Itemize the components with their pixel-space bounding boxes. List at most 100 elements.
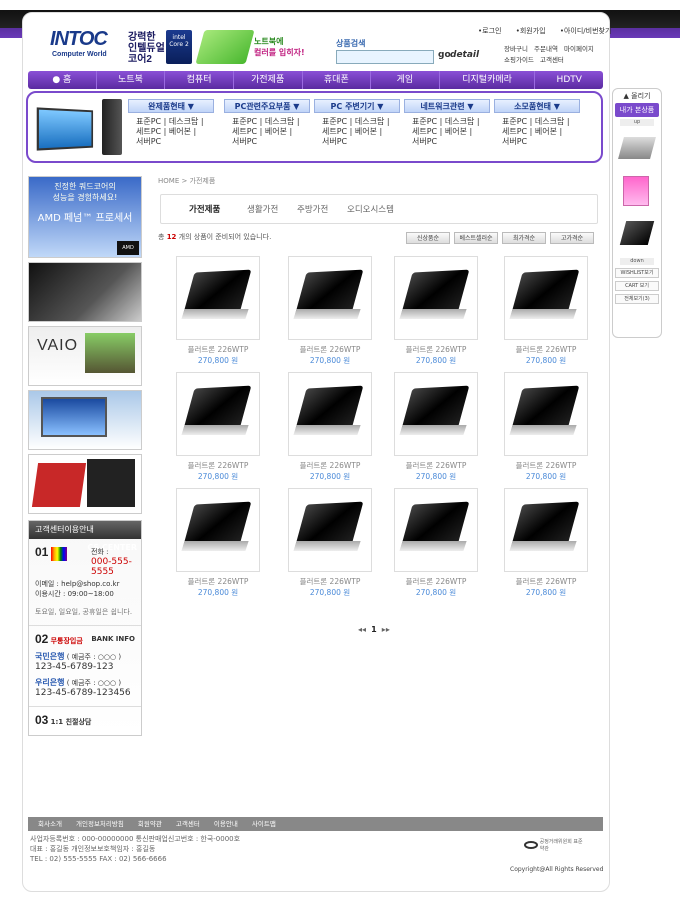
- cs-link[interactable]: 고객센터: [540, 56, 564, 64]
- amd-banner[interactable]: 진정한 쿼드코어의 성능을 경험하세요! AMD 페넘™ 프로세서 AMD: [28, 176, 142, 258]
- footer-cs[interactable]: 고객센터: [176, 820, 200, 828]
- product-name[interactable]: 플러트론 226WTP: [504, 576, 588, 587]
- product-card[interactable]: 플러트론 226WTP 270,800 원: [394, 488, 478, 606]
- prev-page-button[interactable]: ◂◂: [358, 625, 366, 634]
- nav-computer[interactable]: 컴퓨터: [165, 71, 234, 89]
- tab-appliance[interactable]: 가전제품: [189, 203, 220, 215]
- nav-notebook[interactable]: 노트북: [97, 71, 166, 89]
- laptop-banner-red[interactable]: [28, 454, 142, 514]
- product-image[interactable]: [504, 256, 588, 340]
- product-card[interactable]: 플러트론 226WTP 270,800 원: [394, 372, 478, 490]
- product-name[interactable]: 플러트론 226WTP: [394, 460, 478, 471]
- next-page-button[interactable]: ▸▸: [382, 625, 390, 634]
- product-image[interactable]: [394, 256, 478, 340]
- vaio-banner[interactable]: VAIO: [28, 326, 142, 386]
- find-id-link[interactable]: •아이디/비번찾기: [560, 27, 618, 35]
- nav-camera[interactable]: 디지털카메라: [440, 71, 536, 89]
- nav-appliance[interactable]: 가전제품: [234, 71, 303, 89]
- recent-item-silver-laptop[interactable]: [617, 129, 657, 169]
- category-title[interactable]: PC관련주요부품 ▼: [224, 99, 310, 113]
- category-title[interactable]: 네트워크관련 ▼: [404, 99, 490, 113]
- recent-item-black-laptop[interactable]: [617, 215, 657, 255]
- recent-up-button[interactable]: up: [620, 119, 654, 126]
- consult-link[interactable]: 1:1 친절상담: [51, 718, 92, 726]
- product-image[interactable]: [394, 488, 478, 572]
- product-image[interactable]: [504, 372, 588, 456]
- wishlist-button[interactable]: WISHLIST보기: [615, 268, 659, 278]
- footer-terms[interactable]: 회원약관: [138, 820, 162, 828]
- current-page[interactable]: 1: [371, 625, 377, 634]
- footer-privacy[interactable]: 개인정보처리방침: [76, 820, 124, 828]
- nav-phone[interactable]: 휴대폰: [303, 71, 372, 89]
- guide-link[interactable]: 쇼핑가이드: [504, 56, 534, 64]
- nav-game[interactable]: 게임: [371, 71, 440, 89]
- sort-new-button[interactable]: 신상품순: [406, 232, 450, 244]
- category-title[interactable]: 완제품현태 ▼: [128, 99, 214, 113]
- orders-link[interactable]: 주문내역: [534, 45, 558, 53]
- product-card[interactable]: 플러트론 226WTP 270,800 원: [176, 372, 260, 490]
- login-link[interactable]: •로그인: [478, 27, 507, 35]
- product-card[interactable]: 플러트론 226WTP 270,800 원: [288, 372, 372, 490]
- tab-living[interactable]: 생활가전: [247, 203, 278, 215]
- category-title[interactable]: PC 주변기기 ▼: [314, 99, 400, 113]
- mypage-link[interactable]: 마이페이지: [564, 45, 594, 53]
- category-parts[interactable]: PC관련주요부품 ▼ 표준PC | 데스크탑 | 세트PC | 베어본 | 서버PC: [224, 99, 310, 147]
- product-card[interactable]: 플러트론 226WTP 270,800 원: [288, 488, 372, 606]
- cs-phone-section: 01 전화 :000-555-5555 이메일 : help@shop.co.k…: [35, 545, 133, 616]
- cart-view-button[interactable]: CART 보기: [615, 281, 659, 291]
- product-card[interactable]: 플러트론 226WTP 270,800 원: [394, 256, 478, 374]
- product-image[interactable]: [288, 488, 372, 572]
- nav-home[interactable]: ● 홈: [28, 71, 97, 89]
- product-name[interactable]: 플러트론 226WTP: [176, 460, 260, 471]
- product-card[interactable]: 플러트론 226WTP 270,800 원: [504, 256, 588, 374]
- product-image[interactable]: [288, 372, 372, 456]
- category-title[interactable]: 소모품현태 ▼: [494, 99, 580, 113]
- product-card[interactable]: 플러트론 226WTP 270,800 원: [504, 372, 588, 490]
- laptop-banner-dark[interactable]: [28, 262, 142, 322]
- cart-link[interactable]: 장바구니: [504, 45, 528, 53]
- product-name[interactable]: 플러트론 226WTP: [288, 576, 372, 587]
- sort-high-button[interactable]: 고가격순: [550, 232, 594, 244]
- category-network[interactable]: 네트워크관련 ▼ 표준PC | 데스크탑 | 세트PC | 베어본 | 서버PC: [404, 99, 490, 147]
- product-image[interactable]: [176, 256, 260, 340]
- category-consumables[interactable]: 소모품현태 ▼ 표준PC | 데스크탑 | 세트PC | 베어본 | 서버PC: [494, 99, 580, 147]
- color-notebook-ad[interactable]: 노트북에 컬러를 입히자!: [195, 28, 310, 68]
- product-name[interactable]: 플러트론 226WTP: [504, 460, 588, 471]
- product-name[interactable]: 플러트론 226WTP: [394, 344, 478, 355]
- product-image[interactable]: [288, 256, 372, 340]
- sort-best-button[interactable]: 베스트셀러순: [454, 232, 498, 244]
- product-card[interactable]: 플러트론 226WTP 270,800 원: [288, 256, 372, 374]
- product-name[interactable]: 플러트론 226WTP: [394, 576, 478, 587]
- product-image[interactable]: [504, 488, 588, 572]
- search-input[interactable]: [336, 50, 434, 64]
- product-card[interactable]: 플러트론 226WTP 270,800 원: [176, 488, 260, 606]
- product-image[interactable]: [176, 488, 260, 572]
- search-go-button[interactable]: go: [438, 50, 451, 60]
- product-name[interactable]: 플러트론 226WTP: [176, 344, 260, 355]
- product-name[interactable]: 플러트론 226WTP: [288, 460, 372, 471]
- site-logo[interactable]: INTOC Computer World: [50, 28, 120, 64]
- footer-guide[interactable]: 이용안내: [214, 820, 238, 828]
- category-peripherals[interactable]: PC 주변기기 ▼ 표준PC | 데스크탑 | 세트PC | 베어본 | 서버PC: [314, 99, 400, 147]
- product-image[interactable]: [176, 372, 260, 456]
- laptop-banner-blue[interactable]: [28, 390, 142, 450]
- recent-item-pink-laptop[interactable]: [617, 172, 657, 212]
- tab-audio[interactable]: 오디오시스템: [347, 203, 394, 215]
- scroll-top-button[interactable]: ▲ 올리기: [615, 91, 659, 101]
- join-link[interactable]: •회원가입: [516, 27, 552, 35]
- product-name[interactable]: 플러트론 226WTP: [176, 576, 260, 587]
- product-card[interactable]: 플러트론 226WTP 270,800 원: [176, 256, 260, 374]
- detail-search-button[interactable]: detail: [450, 50, 479, 60]
- tab-kitchen[interactable]: 주방가전: [297, 203, 328, 215]
- product-name[interactable]: 플러트론 226WTP: [504, 344, 588, 355]
- sort-low-button[interactable]: 최가격순: [502, 232, 546, 244]
- footer-sitemap[interactable]: 사이트맵: [252, 820, 276, 828]
- category-complete[interactable]: 완제품현태 ▼ 표준PC | 데스크탑 | 세트PC | 베어본 | 서버PC: [128, 99, 214, 147]
- product-card[interactable]: 플러트론 226WTP 270,800 원: [504, 488, 588, 606]
- recent-down-button[interactable]: down: [620, 258, 654, 265]
- footer-company[interactable]: 회사소개: [38, 820, 62, 828]
- nav-hdtv[interactable]: HDTV: [535, 71, 603, 89]
- product-name[interactable]: 플러트론 226WTP: [288, 344, 372, 355]
- product-image[interactable]: [394, 372, 478, 456]
- view-all-button[interactable]: 전체보기(3): [615, 294, 659, 304]
